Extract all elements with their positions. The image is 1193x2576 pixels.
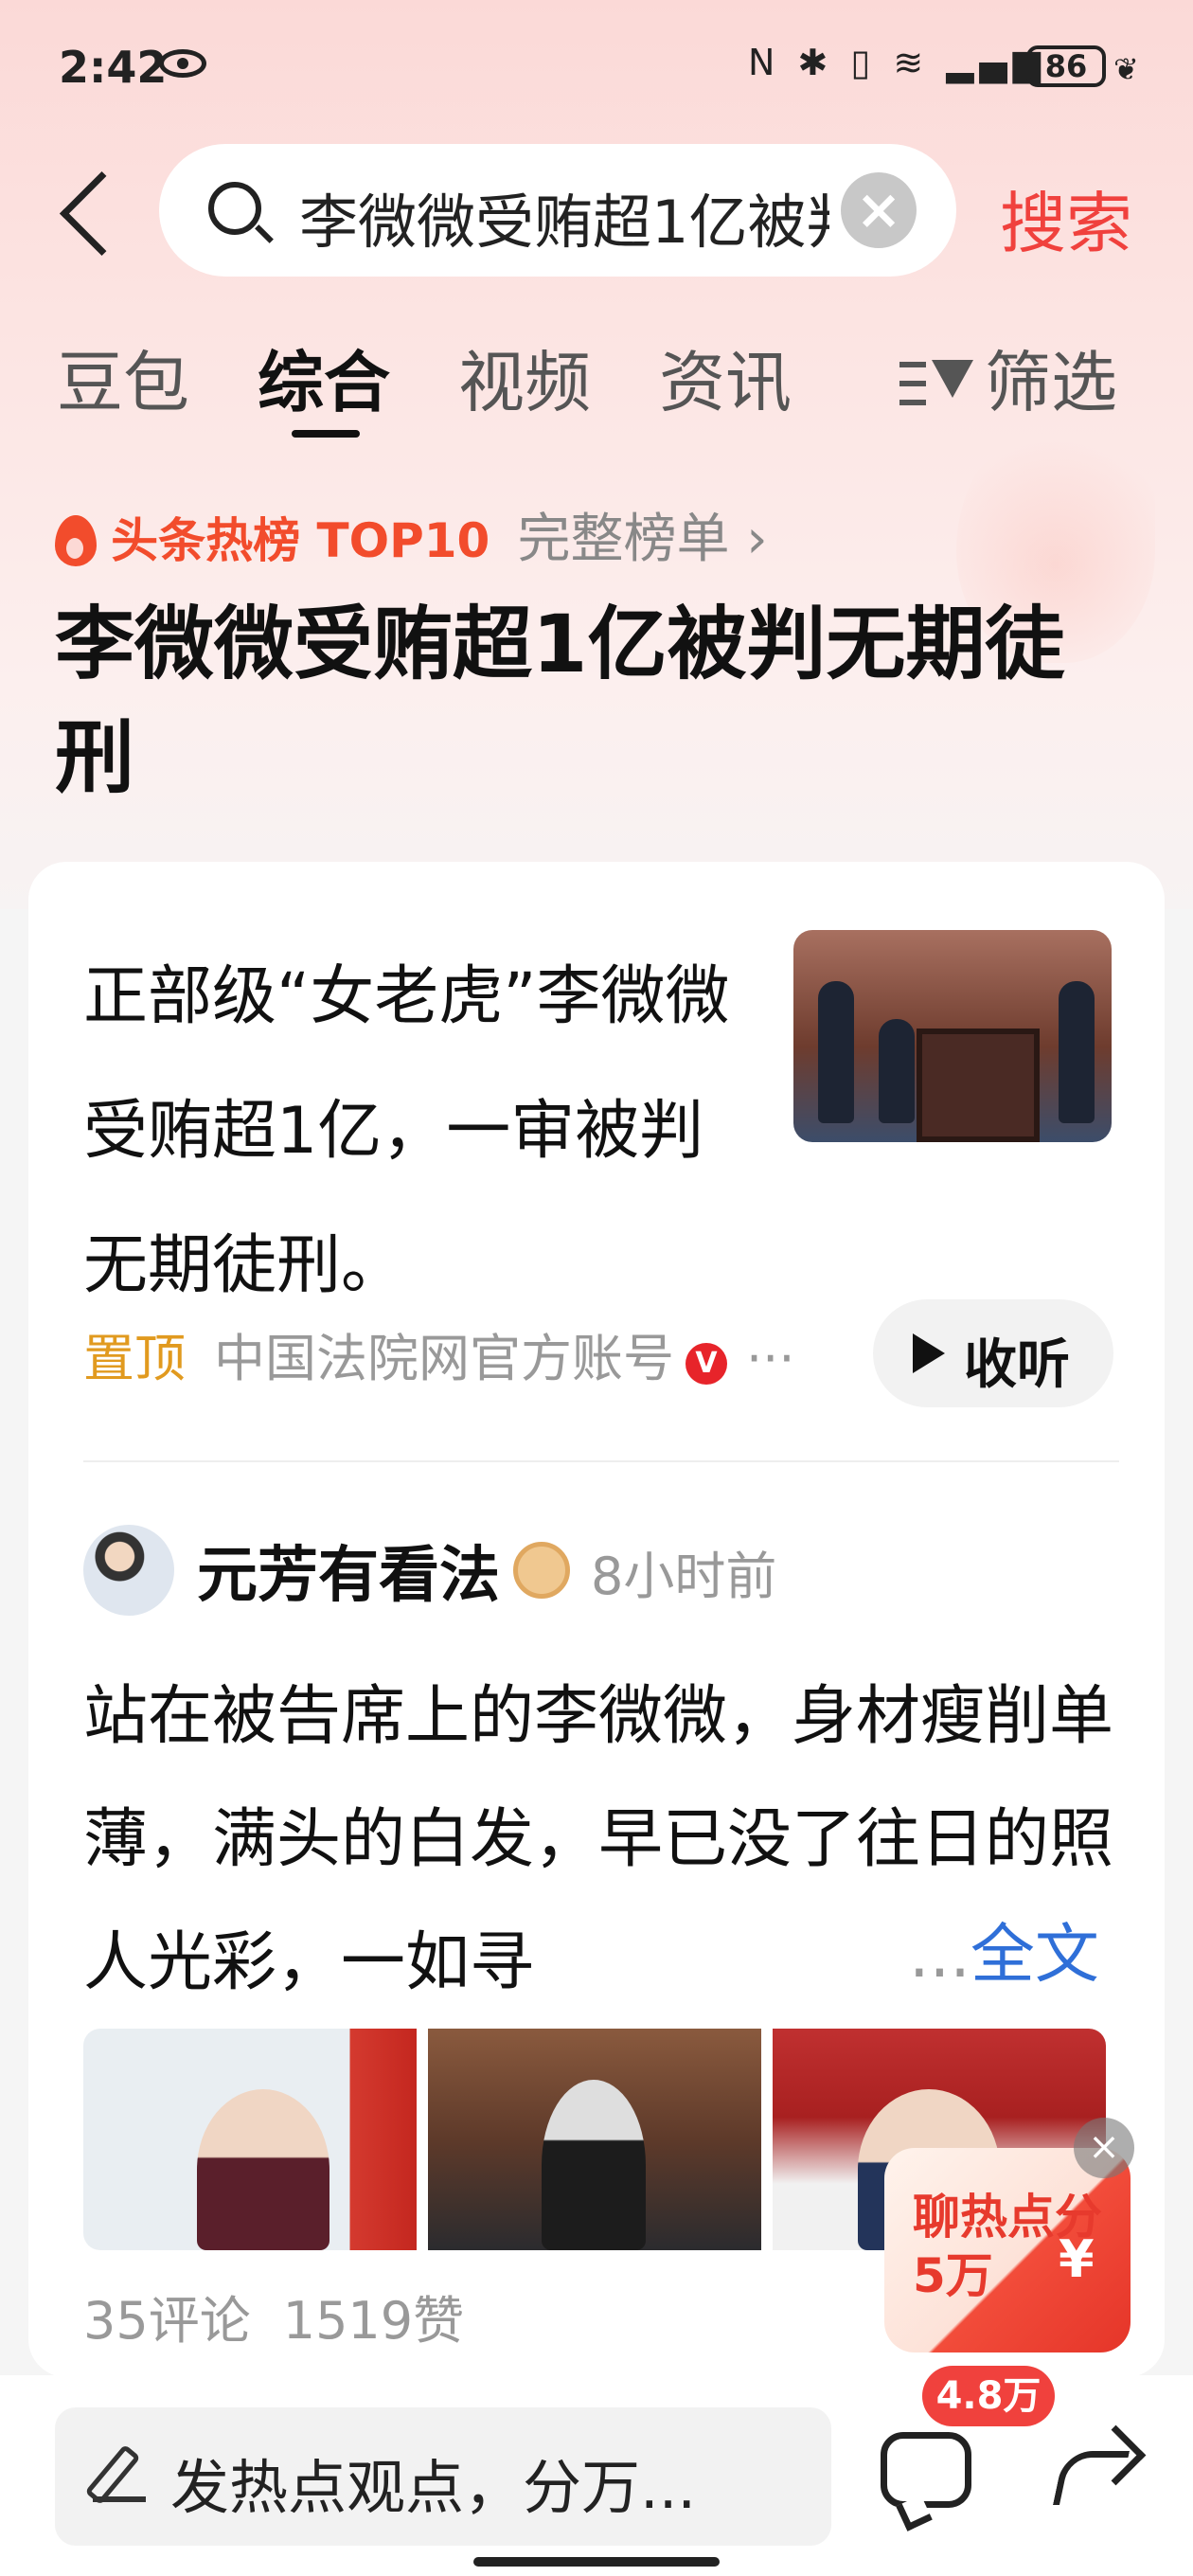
promo-widget[interactable]: 聊热点分5万 ¥ — [884, 2148, 1131, 2352]
filter-button[interactable]: 筛选 — [899, 330, 1117, 425]
source-name[interactable]: 中国法院网官方账号 — [214, 1329, 674, 1388]
share-icon[interactable] — [1045, 2426, 1140, 2521]
pinned-article-title[interactable]: 正部级“女老虎”李微微受贿超1亿，一审被判无期徒刑。 — [83, 930, 765, 1333]
hot-list-label: 头条热榜 TOP10 — [111, 513, 490, 568]
leaf-icon: ❦ — [1113, 51, 1139, 87]
tab-news[interactable]: 资讯 — [659, 330, 792, 425]
divider — [83, 1460, 1119, 1462]
expand-link[interactable]: ...全文 — [909, 1902, 1099, 1995]
comment-icon[interactable] — [881, 2432, 971, 2508]
ellipsis: ... — [909, 1918, 970, 1993]
post-image-2[interactable] — [428, 2029, 761, 2250]
bottom-bar: 发热点观点，分万... 4.8万 — [0, 2366, 1193, 2576]
hot-list-row[interactable]: 头条热榜 TOP10 完整榜单 › — [55, 496, 768, 570]
back-button[interactable] — [53, 161, 119, 265]
figure — [542, 2080, 646, 2250]
status-icons: N ✱ ▯ ≋ ▂▄▆ — [748, 42, 1047, 83]
listen-label: 收听 — [964, 1334, 1070, 1396]
search-input[interactable]: 李微微受贿超1亿被判无期徒刑 — [299, 174, 829, 259]
pinned-label: 置顶 — [83, 1329, 186, 1388]
tab-indicator — [292, 430, 360, 438]
status-bar: 2:42 N ✱ ▯ ≋ ▂▄▆ 86 ❦ — [0, 0, 1193, 133]
status-time: 2:42 — [59, 42, 168, 93]
yen-icon: ¥ — [1059, 2229, 1095, 2289]
full-text-link[interactable]: 全文 — [970, 1918, 1099, 1993]
search-button[interactable]: 搜索 — [1000, 170, 1132, 266]
hot-topic-title: 李微微受贿超1亿被判无期徒刑 — [55, 598, 1065, 804]
figure — [1059, 981, 1095, 1123]
more-icon[interactable]: ··· — [746, 1329, 795, 1388]
post-time: 8小时前 — [591, 1547, 777, 1606]
home-indicator[interactable] — [473, 2557, 720, 2567]
listen-button[interactable]: 收听 — [873, 1299, 1113, 1407]
search-box[interactable]: 李微微受贿超1亿被判无期徒刑 × — [159, 144, 956, 277]
eye-icon — [159, 49, 206, 78]
verified-icon: V — [686, 1343, 727, 1385]
post-stats: 35评论 1519赞 — [83, 2279, 464, 2353]
tab-general[interactable]: 综合 — [258, 330, 390, 425]
battery-icon: 86 — [1026, 45, 1106, 87]
filter-label: 筛选 — [985, 344, 1117, 421]
comment-placeholder: 发热点观点，分万... — [170, 2453, 697, 2522]
tab-video[interactable]: 视频 — [458, 330, 591, 425]
figure — [879, 1019, 915, 1123]
comment-input[interactable]: 发热点观点，分万... — [55, 2407, 831, 2546]
tab-doubao[interactable]: 豆包 — [57, 330, 189, 425]
comment-count-badge: 4.8万 — [922, 2366, 1055, 2426]
search-icon — [208, 182, 261, 235]
certified-icon — [513, 1542, 570, 1599]
pen-icon — [93, 2449, 146, 2502]
author-name[interactable]: 元芳有看法 — [197, 1527, 500, 1614]
figure — [197, 2089, 329, 2250]
clear-icon[interactable]: × — [841, 172, 917, 248]
comment-count[interactable]: 35评论 — [83, 2291, 251, 2351]
courtroom-thumbnail[interactable] — [793, 930, 1112, 1142]
figure — [818, 981, 854, 1123]
close-icon[interactable]: × — [1074, 2118, 1134, 2178]
post-image-1[interactable] — [83, 2029, 417, 2250]
play-icon — [913, 1333, 945, 1373]
like-count[interactable]: 1519赞 — [283, 2291, 464, 2351]
dock — [917, 1029, 1040, 1142]
fire-icon — [55, 515, 97, 566]
avatar[interactable] — [83, 1525, 174, 1616]
article-meta: 置顶 中国法院网官方账号 V ··· — [83, 1316, 795, 1391]
full-list-link[interactable]: 完整榜单 › — [517, 509, 767, 570]
filter-icon — [899, 354, 975, 411]
